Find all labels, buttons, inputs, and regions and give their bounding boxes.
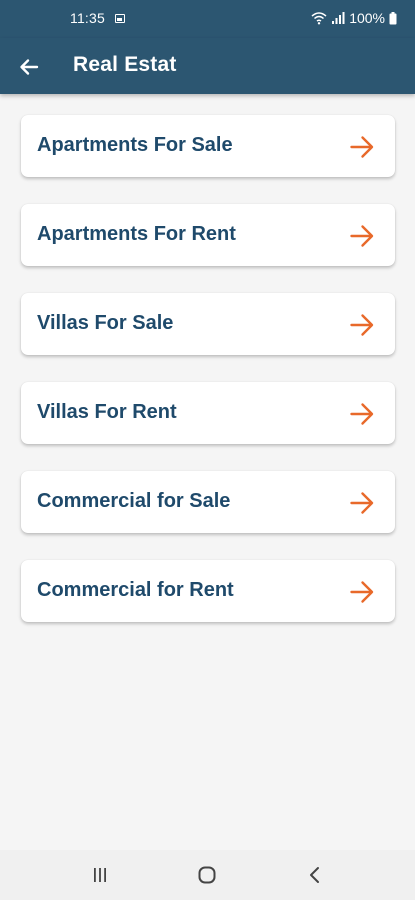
arrow-right-icon (350, 581, 374, 603)
recent-apps-icon (94, 868, 106, 882)
category-label: Commercial for Rent (37, 579, 234, 601)
page-title: Real Estat (73, 53, 177, 76)
category-list: Apartments For Sale Apartments For Rent … (21, 115, 395, 649)
status-bar: 11:35 100% (0, 0, 415, 38)
status-indicators: 100% (311, 10, 397, 26)
arrow-right-icon (350, 225, 374, 247)
category-card-apartments-for-sale[interactable]: Apartments For Sale (21, 115, 395, 177)
status-time: 11:35 (70, 10, 105, 26)
nav-back-icon (310, 867, 319, 883)
category-card-commercial-for-sale[interactable]: Commercial for Sale (21, 471, 395, 533)
home-icon (198, 866, 216, 884)
arrow-right-icon (350, 314, 374, 336)
system-navigation-bar (0, 850, 415, 900)
home-button[interactable] (194, 862, 220, 888)
arrow-right-icon (350, 403, 374, 425)
category-label: Apartments For Sale (37, 134, 233, 156)
recent-apps-button[interactable] (87, 862, 113, 888)
app-bar: Real Estat (0, 38, 415, 94)
category-label: Villas For Sale (37, 312, 174, 334)
image-notification-icon (115, 14, 125, 23)
arrow-right-icon (350, 492, 374, 514)
category-card-villas-for-sale[interactable]: Villas For Sale (21, 293, 395, 355)
wifi-icon (311, 11, 327, 25)
signal-icon (331, 11, 345, 25)
arrow-left-icon (20, 59, 39, 75)
back-button[interactable] (14, 52, 44, 82)
category-label: Apartments For Rent (37, 223, 236, 245)
category-label: Commercial for Sale (37, 490, 231, 512)
category-card-villas-for-rent[interactable]: Villas For Rent (21, 382, 395, 444)
category-label: Villas For Rent (37, 401, 177, 423)
category-card-commercial-for-rent[interactable]: Commercial for Rent (21, 560, 395, 622)
battery-icon (389, 11, 397, 25)
arrow-right-icon (350, 136, 374, 158)
category-card-apartments-for-rent[interactable]: Apartments For Rent (21, 204, 395, 266)
battery-percent: 100% (349, 10, 385, 26)
nav-back-button[interactable] (302, 862, 328, 888)
